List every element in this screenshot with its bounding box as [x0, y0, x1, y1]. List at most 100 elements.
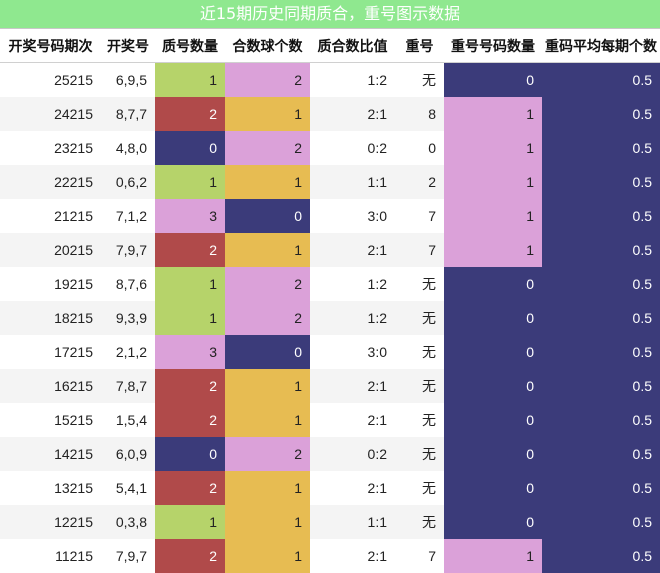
numbers-cell: 0,3,8	[101, 505, 155, 539]
composite-count-cell: 2	[225, 267, 310, 301]
ratio-cell: 1:2	[310, 62, 395, 97]
composite-count-cell: 0	[225, 335, 310, 369]
table-row: 23215 4,8,0 0 2 0:2 0 1 0.5	[0, 131, 660, 165]
table-title: 近15期历史同期质合，重号图示数据	[0, 0, 660, 29]
repeat-cell: 0	[395, 131, 444, 165]
ratio-cell: 3:0	[310, 199, 395, 233]
repeat-cell: 无	[395, 437, 444, 471]
ratio-cell: 1:2	[310, 301, 395, 335]
period-cell: 20215	[0, 233, 101, 267]
table-row: 19215 8,7,6 1 2 1:2 无 0 0.5	[0, 267, 660, 301]
ratio-cell: 1:2	[310, 267, 395, 301]
composite-count-cell: 1	[225, 233, 310, 267]
prime-count-cell: 1	[155, 505, 225, 539]
prime-count-cell: 2	[155, 471, 225, 505]
period-cell: 14215	[0, 437, 101, 471]
col-average-header: 重码平均每期个数	[542, 29, 660, 63]
table-row: 24215 8,7,7 2 1 2:1 8 1 0.5	[0, 97, 660, 131]
repeat-count-cell: 0	[444, 301, 542, 335]
repeat-cell: 无	[395, 335, 444, 369]
prime-count-cell: 3	[155, 335, 225, 369]
repeat-cell: 无	[395, 62, 444, 97]
composite-count-cell: 1	[225, 97, 310, 131]
average-cell: 0.5	[542, 97, 660, 131]
prime-count-cell: 2	[155, 403, 225, 437]
period-cell: 17215	[0, 335, 101, 369]
average-cell: 0.5	[542, 437, 660, 471]
repeat-count-cell: 0	[444, 369, 542, 403]
average-cell: 0.5	[542, 301, 660, 335]
repeat-cell: 7	[395, 199, 444, 233]
period-cell: 13215	[0, 471, 101, 505]
prime-count-cell: 2	[155, 97, 225, 131]
col-ratio-header: 质合数比值	[310, 29, 395, 63]
numbers-cell: 8,7,7	[101, 97, 155, 131]
table-row: 18215 9,3,9 1 2 1:2 无 0 0.5	[0, 301, 660, 335]
composite-count-cell: 0	[225, 199, 310, 233]
repeat-cell: 无	[395, 471, 444, 505]
col-composite-header: 合数球个数	[225, 29, 310, 63]
numbers-cell: 7,9,7	[101, 233, 155, 267]
average-cell: 0.5	[542, 471, 660, 505]
period-cell: 22215	[0, 165, 101, 199]
col-period-header: 开奖号码期次	[0, 29, 101, 63]
average-cell: 0.5	[542, 369, 660, 403]
composite-count-cell: 2	[225, 62, 310, 97]
average-cell: 0.5	[542, 505, 660, 539]
table-row: 20215 7,9,7 2 1 2:1 7 1 0.5	[0, 233, 660, 267]
repeat-count-cell: 0	[444, 505, 542, 539]
col-numbers-header: 开奖号	[101, 29, 155, 63]
table-row: 12215 0,3,8 1 1 1:1 无 0 0.5	[0, 505, 660, 539]
average-cell: 0.5	[542, 233, 660, 267]
period-cell: 23215	[0, 131, 101, 165]
ratio-cell: 0:2	[310, 131, 395, 165]
repeat-cell: 2	[395, 165, 444, 199]
table-row: 17215 2,1,2 3 0 3:0 无 0 0.5	[0, 335, 660, 369]
ratio-cell: 0:2	[310, 437, 395, 471]
average-cell: 0.5	[542, 131, 660, 165]
ratio-cell: 2:1	[310, 403, 395, 437]
prime-count-cell: 1	[155, 165, 225, 199]
ratio-cell: 2:1	[310, 369, 395, 403]
repeat-count-cell: 1	[444, 97, 542, 131]
average-cell: 0.5	[542, 335, 660, 369]
period-cell: 12215	[0, 505, 101, 539]
period-cell: 15215	[0, 403, 101, 437]
repeat-cell: 无	[395, 403, 444, 437]
repeat-count-cell: 1	[444, 131, 542, 165]
repeat-cell: 7	[395, 233, 444, 267]
table-row: 25215 6,9,5 1 2 1:2 无 0 0.5	[0, 62, 660, 97]
repeat-count-cell: 0	[444, 437, 542, 471]
repeat-cell: 无	[395, 505, 444, 539]
prime-count-cell: 2	[155, 369, 225, 403]
data-table: 开奖号码期次 开奖号 质号数量 合数球个数 质合数比值 重号 重号号码数量 重码…	[0, 29, 660, 573]
numbers-cell: 4,8,0	[101, 131, 155, 165]
col-prime-header: 质号数量	[155, 29, 225, 63]
ratio-cell: 3:0	[310, 335, 395, 369]
average-cell: 0.5	[542, 403, 660, 437]
composite-count-cell: 1	[225, 471, 310, 505]
period-cell: 24215	[0, 97, 101, 131]
ratio-cell: 2:1	[310, 539, 395, 573]
table-row: 21215 7,1,2 3 0 3:0 7 1 0.5	[0, 199, 660, 233]
ratio-cell: 1:1	[310, 165, 395, 199]
average-cell: 0.5	[542, 539, 660, 573]
prime-count-cell: 1	[155, 62, 225, 97]
ratio-cell: 2:1	[310, 233, 395, 267]
repeat-cell: 7	[395, 539, 444, 573]
prime-count-cell: 0	[155, 437, 225, 471]
repeat-count-cell: 0	[444, 403, 542, 437]
repeat-cell: 无	[395, 369, 444, 403]
col-repeat-count-header: 重号号码数量	[444, 29, 542, 63]
numbers-cell: 2,1,2	[101, 335, 155, 369]
composite-count-cell: 1	[225, 165, 310, 199]
repeat-cell: 无	[395, 301, 444, 335]
numbers-cell: 6,0,9	[101, 437, 155, 471]
prime-count-cell: 1	[155, 301, 225, 335]
composite-count-cell: 1	[225, 505, 310, 539]
table-row: 16215 7,8,7 2 1 2:1 无 0 0.5	[0, 369, 660, 403]
table-row: 15215 1,5,4 2 1 2:1 无 0 0.5	[0, 403, 660, 437]
numbers-cell: 7,9,7	[101, 539, 155, 573]
average-cell: 0.5	[542, 62, 660, 97]
prime-count-cell: 3	[155, 199, 225, 233]
